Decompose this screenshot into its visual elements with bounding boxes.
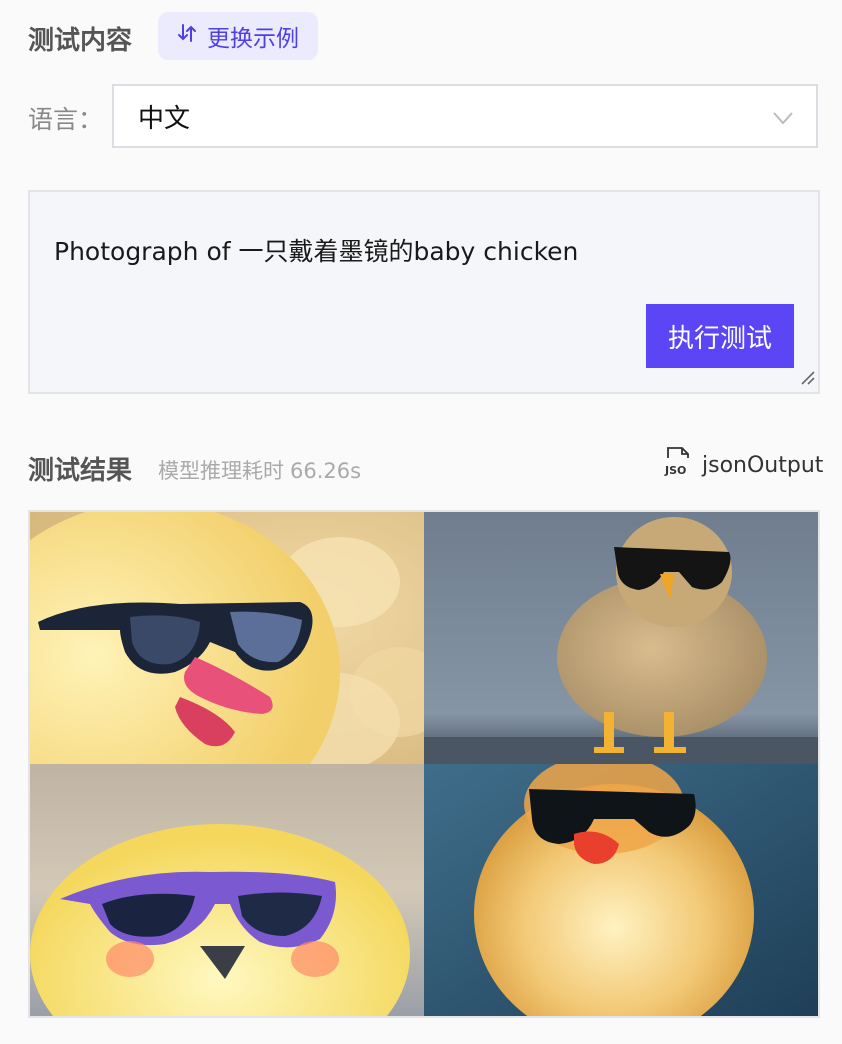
prompt-text: Photograph of 一只戴着墨镜的baby chicken: [54, 237, 579, 266]
chick-image-4[interactable]: [424, 764, 818, 1016]
section-title-test-results: 测试结果: [28, 456, 133, 486]
language-label: 语言：: [28, 105, 104, 134]
chevron-down-icon: [772, 106, 794, 136]
language-select[interactable]: 中文: [112, 84, 818, 148]
chick-image-1[interactable]: [30, 512, 424, 764]
json-output-link[interactable]: JSO jsonOutput: [664, 446, 823, 484]
latency-value: 66.26s: [290, 459, 362, 483]
latency-label: 模型推理耗时: [158, 459, 284, 483]
inference-latency: 模型推理耗时 66.26s: [158, 455, 361, 485]
chick-with-purple-sunglasses-icon: [30, 764, 424, 1016]
result-image-grid: [28, 510, 820, 1018]
svg-text:JSO: JSO: [664, 464, 686, 477]
swap-example-label: 更换示例: [207, 26, 299, 52]
prompt-textarea[interactable]: Photograph of 一只戴着墨镜的baby chicken 执行测试: [28, 190, 820, 394]
fluffy-chick-standing-icon: [424, 512, 818, 764]
language-value: 中文: [138, 103, 191, 134]
json-output-label: jsonOutput: [702, 452, 824, 478]
chick-image-2[interactable]: [424, 512, 818, 764]
chick-image-3[interactable]: [30, 764, 424, 1016]
json-file-icon: JSO: [664, 446, 694, 484]
chick-with-sunglasses-blue-bg-icon: [424, 764, 818, 1016]
swap-icon: [177, 22, 197, 50]
section-title-test-content: 测试内容: [28, 26, 133, 56]
run-test-button[interactable]: 执行测试: [646, 304, 794, 368]
swap-example-button[interactable]: 更换示例: [158, 12, 318, 60]
resize-handle-icon[interactable]: [798, 368, 816, 390]
chick-with-black-sunglasses-icon: [30, 512, 424, 764]
